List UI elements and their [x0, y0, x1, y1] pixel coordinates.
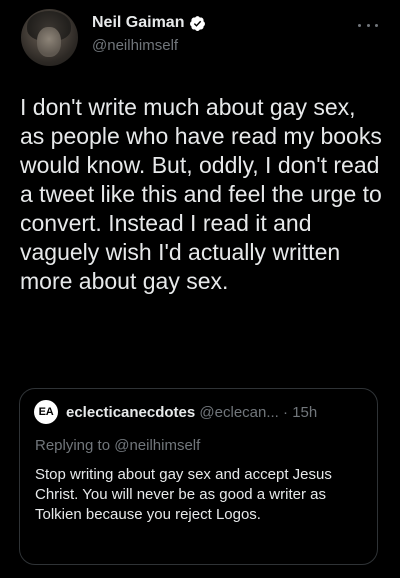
- quoted-tweet-header: eclecticanecdotes @eclecan... · 15h: [66, 404, 317, 421]
- verified-badge-icon: [189, 15, 206, 32]
- header-separator: ·: [283, 404, 289, 421]
- tweet-text: I don't write much about gay sex, as peo…: [20, 94, 382, 294]
- quoted-author-handle[interactable]: @eclecan...: [199, 404, 278, 421]
- author-handle[interactable]: @neilhimself: [92, 37, 178, 54]
- more-dot: [358, 23, 361, 27]
- more-dot: [366, 23, 370, 27]
- avatar-face: [37, 27, 61, 57]
- author-name-row: Neil Gaiman: [92, 14, 206, 32]
- quoted-author-display-name[interactable]: eclecticanecdotes: [66, 404, 195, 421]
- tweet: Neil Gaiman @neilhimself I don't write m…: [0, 0, 400, 578]
- more-dot: [375, 23, 378, 27]
- quoted-tweet-text: Stop writing about gay sex and accept Je…: [35, 466, 332, 523]
- author-display-name[interactable]: Neil Gaiman: [92, 14, 184, 32]
- quoted-tweet-timestamp[interactable]: 15h: [292, 404, 317, 421]
- quoted-author-avatar[interactable]: EA: [34, 400, 58, 424]
- quoted-tweet-card[interactable]: EA eclecticanecdotes @eclecan... · 15h R…: [19, 388, 378, 565]
- replying-to-label: Replying to @neilhimself: [35, 437, 201, 454]
- more-horizontal-icon[interactable]: [358, 20, 378, 30]
- author-avatar[interactable]: [21, 9, 78, 66]
